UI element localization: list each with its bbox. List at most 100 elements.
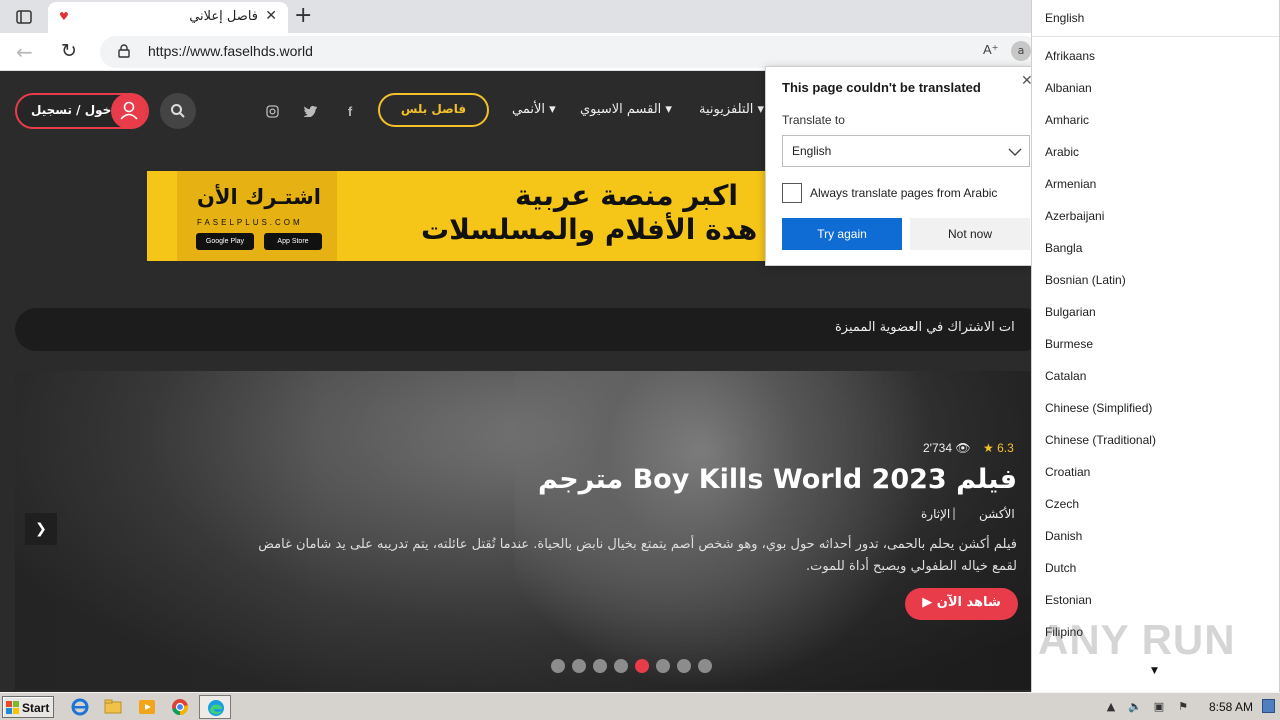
login-label: دخول / تسجيل	[31, 103, 118, 117]
start-button[interactable]: Start	[2, 696, 54, 718]
language-option[interactable]: Chinese (Traditional)	[1045, 433, 1156, 447]
slider-dot[interactable]	[656, 659, 670, 673]
edge-taskbar-button[interactable]	[199, 695, 231, 719]
anyrun-watermark: ANY RUN	[1038, 606, 1238, 666]
try-again-button[interactable]: Try again	[782, 218, 902, 250]
file-explorer-icon[interactable]	[103, 697, 123, 717]
browser-tab[interactable]: ♥ فاصل إعلاني ✕	[48, 2, 288, 33]
volume-icon[interactable]: 🔈	[1128, 700, 1142, 714]
watch-now-text: شاهد الآن	[936, 595, 1001, 610]
news-ticker: ات الاشتراك في العضوية المميزة	[15, 308, 1045, 351]
edge-icon	[208, 700, 224, 716]
slider-dots	[551, 659, 721, 673]
rating-value: 6.3	[997, 441, 1014, 455]
language-option[interactable]: Bulgarian	[1045, 305, 1096, 319]
slider-dot[interactable]	[698, 659, 712, 673]
nav-item-anime[interactable]: ▾ الأنمي	[512, 102, 556, 117]
movie-title[interactable]: فيلم Boy Kills World 2023 مترجم	[538, 464, 1017, 495]
rating: ★ 6.3	[983, 441, 1014, 455]
not-now-button[interactable]: Not now	[910, 218, 1030, 250]
ad-banner[interactable]: اشتـرك الأن FASELPLUS.COM Google Play Ap…	[147, 171, 767, 261]
translate-icon[interactable]: a	[1011, 41, 1031, 61]
banner-subscribe-text: اشتـرك الأن	[197, 185, 321, 209]
app-store-badge[interactable]: App Store	[264, 233, 322, 250]
tab-title: فاصل إعلاني	[189, 9, 258, 24]
fasel-plus-button[interactable]: فاصل بلس	[378, 93, 489, 127]
instagram-icon[interactable]	[264, 103, 280, 119]
slider-prev-arrow-icon[interactable]: ❯	[25, 513, 57, 545]
banner-headline-2: هدة الأفلام والمسلسلات	[421, 213, 758, 246]
language-option[interactable]: Amharic	[1045, 113, 1089, 127]
genre-separator: |	[952, 506, 957, 520]
language-option[interactable]: Chinese (Simplified)	[1045, 401, 1152, 415]
always-translate-checkbox[interactable]	[782, 183, 802, 203]
slider-dot[interactable]	[614, 659, 628, 673]
show-desktop-icon[interactable]	[1262, 699, 1275, 713]
translate-heading: This page couldn't be translated	[782, 80, 981, 95]
chrome-icon[interactable]	[170, 697, 190, 717]
media-player-icon[interactable]	[137, 697, 157, 717]
url-text[interactable]: https://www.faselhds.world	[148, 43, 313, 59]
tab-actions-icon[interactable]	[8, 5, 40, 29]
genre-action[interactable]: الأكشن	[979, 507, 1015, 521]
search-button[interactable]	[160, 93, 196, 129]
translate-to-label: Translate to	[782, 113, 845, 127]
watch-now-label: شاهد الآن ▶	[922, 595, 1001, 610]
language-option[interactable]: Danish	[1045, 529, 1082, 543]
genre-thriller[interactable]: الإثارة	[921, 507, 950, 521]
tray-expand-icon[interactable]: ▲	[1104, 700, 1118, 714]
language-option[interactable]: Albanian	[1045, 81, 1092, 95]
ticker-text[interactable]: ات الاشتراك في العضوية المميزة	[835, 320, 1015, 335]
user-icon	[111, 93, 147, 129]
site-favicon-icon: ♥	[59, 10, 69, 23]
watch-now-button[interactable]: شاهد الآن ▶	[905, 588, 1018, 620]
views: 2'734 👁	[923, 441, 971, 455]
language-option[interactable]: Dutch	[1045, 561, 1076, 575]
slider-dot[interactable]	[551, 659, 565, 673]
back-arrow-icon[interactable]: ←	[16, 40, 33, 64]
twitter-icon[interactable]	[303, 103, 319, 119]
slider-dot[interactable]	[677, 659, 691, 673]
windows-logo-icon	[6, 701, 19, 714]
google-play-badge[interactable]: Google Play	[196, 233, 254, 250]
language-dropdown-list: English ▼ Afrikaans Albanian Amharic Arabic…	[1031, 0, 1280, 692]
nav-item-tv[interactable]: ▾ التلفزيونية	[699, 102, 764, 117]
language-option[interactable]: Burmese	[1045, 337, 1093, 351]
read-aloud-icon[interactable]: A⁺	[983, 42, 999, 58]
language-option[interactable]: Afrikaans	[1045, 49, 1095, 63]
language-option[interactable]: Azerbaijani	[1045, 209, 1104, 223]
network-icon[interactable]: ▣	[1152, 700, 1166, 714]
slider-dot[interactable]	[572, 659, 586, 673]
language-option[interactable]: Arabic	[1045, 145, 1079, 159]
movie-description: فيلم أكشن يحلم بالحمى، تدور أحداثه حول ب…	[258, 537, 1017, 574]
language-option[interactable]: Bosnian (Latin)	[1045, 273, 1126, 287]
nav-asian-label: القسم الاسيوي	[580, 102, 662, 117]
language-option[interactable]: Estonian	[1045, 593, 1092, 607]
url-field[interactable]: https://www.faselhds.world A⁺ a	[100, 36, 1040, 68]
login-register-button[interactable]: دخول / تسجيل	[15, 93, 149, 129]
new-tab-icon[interactable]: +	[294, 4, 312, 28]
banner-headline-1: اكبر منصة عربية	[515, 179, 739, 212]
taskbar-clock[interactable]: 8:58 AM	[1209, 700, 1253, 714]
action-center-flag-icon[interactable]: ⚑	[1176, 700, 1190, 714]
system-tray: ▲ 🔈 ▣ ⚑	[1104, 699, 1190, 715]
nav-item-asian[interactable]: ▾ القسم الاسيوي	[580, 102, 672, 117]
selected-language-label: English	[1045, 11, 1085, 25]
language-option[interactable]: Czech	[1045, 497, 1079, 511]
slider-dot[interactable]	[593, 659, 607, 673]
language-option[interactable]: Croatian	[1045, 465, 1090, 479]
search-icon	[171, 104, 185, 118]
internet-explorer-icon[interactable]	[70, 697, 90, 717]
language-select[interactable]: English	[782, 135, 1030, 167]
language-option[interactable]: Bangla	[1045, 241, 1082, 255]
tab-close-icon[interactable]: ✕	[265, 8, 277, 24]
language-option[interactable]: Armenian	[1045, 177, 1096, 191]
slider-dot[interactable]	[635, 659, 649, 673]
scroll-down-icon[interactable]: ▼	[1151, 666, 1158, 676]
reload-icon[interactable]: ↻	[61, 40, 77, 62]
chevron-down-icon	[1008, 148, 1022, 156]
facebook-icon[interactable]: f	[342, 103, 358, 119]
language-option[interactable]: Catalan	[1045, 369, 1086, 383]
eye-icon: 👁	[955, 441, 971, 455]
language-option-selected[interactable]: English	[1032, 0, 1279, 37]
